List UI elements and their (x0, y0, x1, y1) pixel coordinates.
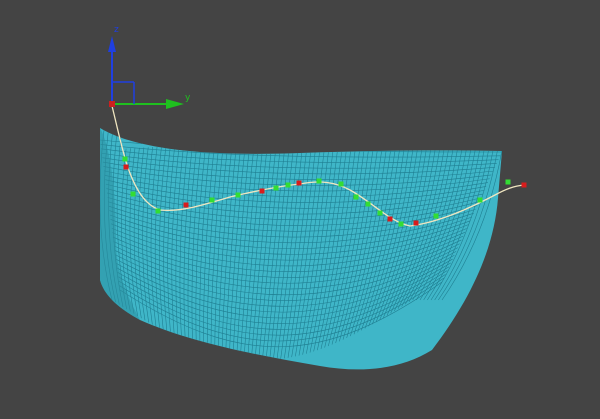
spline-handle[interactable] (433, 213, 439, 219)
z-axis-arrow-icon[interactable] (108, 36, 116, 52)
spline-handle[interactable] (316, 178, 322, 184)
spline-handle[interactable] (273, 185, 279, 191)
spline-vertex[interactable] (296, 180, 302, 186)
viewport-canvas[interactable]: z y (0, 0, 600, 419)
spline-handle[interactable] (338, 181, 344, 187)
spline-vertex[interactable] (413, 220, 419, 226)
spline-handle[interactable] (285, 182, 291, 188)
spline-handle[interactable] (209, 197, 215, 203)
spline-vertex[interactable] (521, 182, 527, 188)
spline-handle[interactable] (122, 156, 128, 162)
spline-vertex[interactable] (123, 164, 129, 170)
z-axis-label: z (114, 25, 119, 35)
spline-handle[interactable] (353, 194, 359, 200)
transform-gizmo[interactable]: z y (108, 25, 191, 109)
surface-mesh[interactable] (100, 128, 502, 370)
spline-vertex[interactable] (387, 216, 393, 222)
spline-handle[interactable] (377, 210, 383, 216)
spline-handle[interactable] (155, 208, 161, 214)
spline-handle[interactable] (398, 221, 404, 227)
spline-handle[interactable] (235, 192, 241, 198)
y-axis-label: y (185, 93, 191, 103)
spline-vertex[interactable] (183, 202, 189, 208)
spline-handle[interactable] (365, 201, 371, 207)
pivot-point-icon[interactable] (109, 101, 115, 107)
spline-handle[interactable] (505, 179, 511, 185)
3d-viewport[interactable]: z y (0, 0, 600, 419)
spline-vertex[interactable] (259, 188, 265, 194)
spline-handle[interactable] (477, 197, 483, 203)
spline-handle[interactable] (130, 191, 136, 197)
y-axis-arrow-icon[interactable] (166, 99, 184, 109)
